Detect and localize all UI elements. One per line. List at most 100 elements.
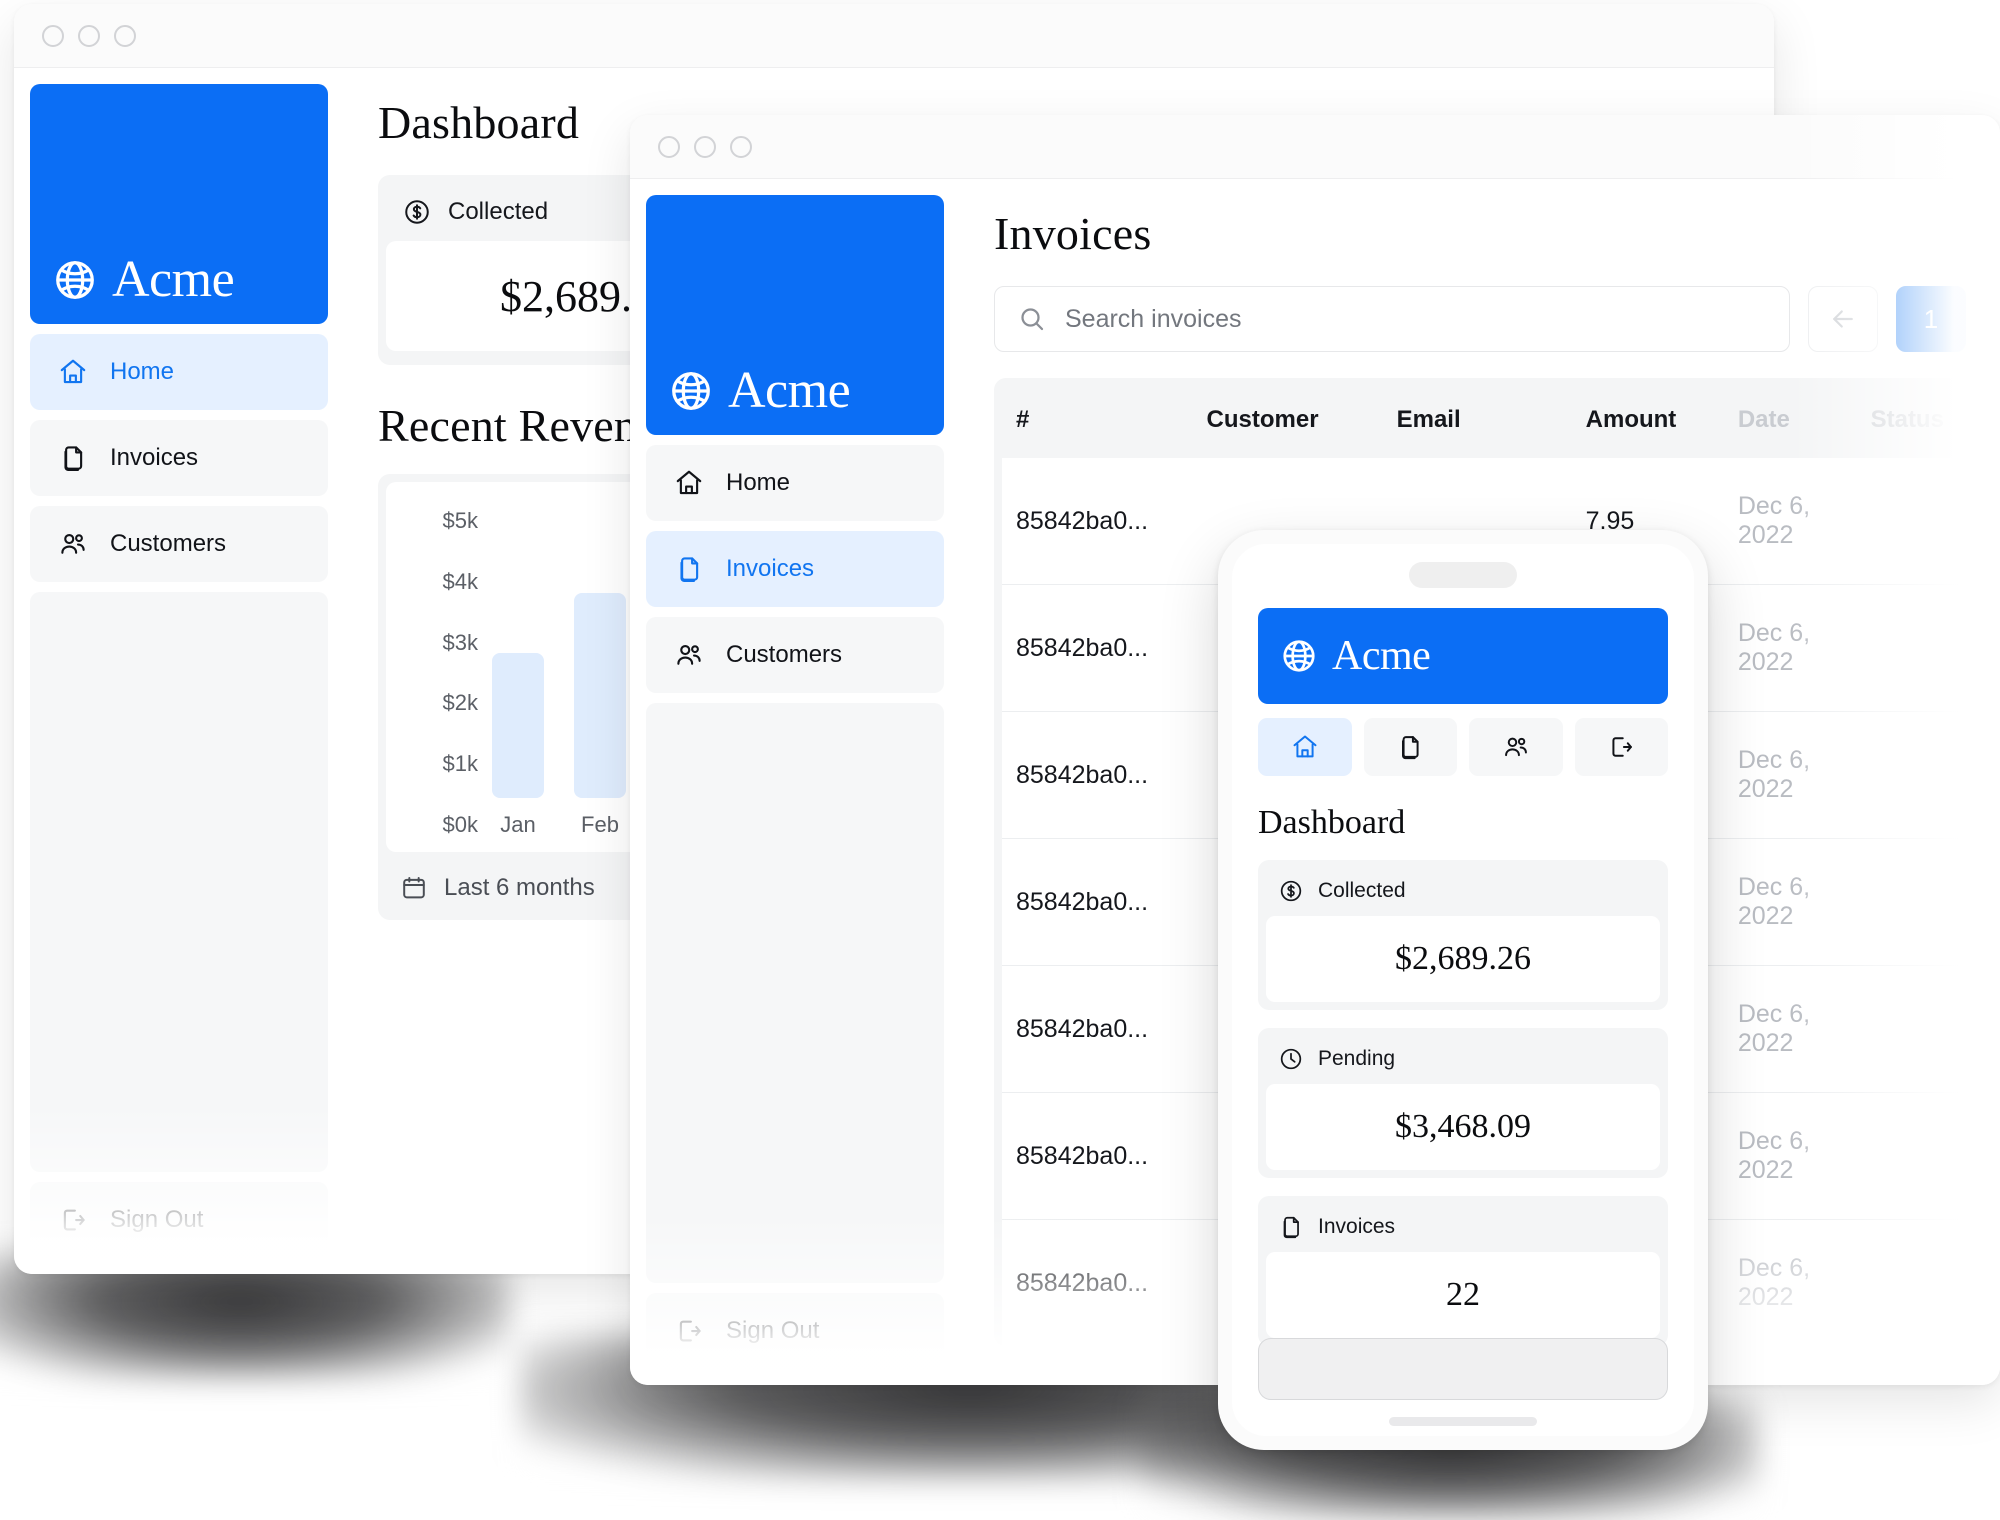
calendar-icon [403, 876, 425, 899]
brand-name: Acme [728, 362, 851, 419]
cell-status [1856, 838, 1958, 966]
sign-out-button[interactable]: Sign Out [646, 1293, 944, 1369]
search-placeholder: Search invoices [1065, 304, 1242, 333]
cell-status [1856, 1219, 1958, 1346]
sign-out-label: Sign Out [726, 1317, 820, 1344]
cell-date: Dec 6, 2022 [1723, 1092, 1857, 1220]
column-header-amount[interactable]: Amount [1572, 386, 1724, 458]
pagination-page-1-button[interactable]: 1 [1896, 286, 1966, 352]
mobile-nav-invoices[interactable] [1363, 718, 1457, 776]
screenshot-stage: Acme Home Invoices Customers Sign Out Da… [0, 0, 2000, 1520]
cell-id: 85842ba0... [1002, 458, 1193, 585]
home-icon [60, 359, 86, 384]
mobile-nav-signout[interactable] [1574, 718, 1668, 776]
users-icon [1504, 737, 1527, 757]
traffic-light-close[interactable] [42, 24, 64, 47]
home-icon [1293, 735, 1317, 758]
dashboard-sidebar: Acme Home Invoices Customers Sign Out [14, 68, 344, 1274]
users-icon [61, 533, 85, 554]
mobile-stat-value: 22 [1266, 1252, 1660, 1338]
invoices-titlebar [630, 115, 2000, 179]
y-tick: $4k [442, 568, 478, 594]
sign-out-button[interactable]: Sign Out [30, 1182, 328, 1258]
cell-status [1856, 458, 1958, 585]
cell-id: 85842ba0... [1002, 711, 1193, 839]
sidebar-item-label: Invoices [726, 555, 815, 582]
traffic-light-maximize[interactable] [730, 135, 752, 158]
cell-status [1856, 1092, 1958, 1220]
column-header-id[interactable]: # [1002, 386, 1193, 458]
y-tick: $0k [442, 811, 478, 837]
column-header-status[interactable]: Status [1857, 386, 1958, 458]
pagination-prev-button[interactable] [1808, 286, 1878, 352]
sidebar-item-invoices[interactable]: Invoices [30, 420, 328, 496]
y-tick: $1k [442, 751, 478, 777]
search-input[interactable]: Search invoices [994, 286, 1790, 352]
x-tick: Jan [500, 812, 536, 837]
documents-icon [64, 446, 83, 471]
mobile-stat-card-pending: Pending $3,468.09 [1258, 1028, 1668, 1178]
mobile-nav-customers[interactable] [1469, 718, 1563, 776]
cell-id: 85842ba0... [1002, 965, 1193, 1093]
speaker-notch [1409, 562, 1517, 588]
y-tick: $2k [442, 690, 478, 716]
sidebar-spacer [30, 592, 328, 1172]
globe-icon [1283, 640, 1315, 672]
chart-bar-group: Feb [574, 508, 626, 838]
sidebar-item-home[interactable]: Home [30, 334, 328, 410]
stat-card-label: Collected [448, 198, 549, 225]
mobile-device[interactable]: Acme Dashboard Collected $2,689.26 Pendi… [1218, 530, 1708, 1450]
sidebar-spacer [646, 703, 944, 1283]
traffic-light-minimize[interactable] [78, 24, 100, 47]
dashboard-titlebar [14, 4, 1774, 68]
logout-icon [679, 1320, 701, 1342]
mobile-nav-home[interactable] [1258, 718, 1352, 776]
mobile-stat-value: $2,689.26 [1266, 916, 1660, 1002]
mobile-stat-header: Pending [1258, 1028, 1668, 1084]
home-icon [676, 470, 702, 495]
brand-logo-card[interactable]: Acme [30, 84, 328, 324]
invoices-table-header: # Customer Email Amount Date Status [1002, 386, 1958, 458]
cell-id: 85842ba0... [1002, 584, 1193, 712]
chart-bar [574, 593, 626, 798]
sidebar-item-label: Customers [726, 641, 843, 668]
logout-icon [63, 1209, 85, 1231]
sidebar-item-invoices[interactable]: Invoices [646, 531, 944, 607]
brand-logo-card[interactable]: Acme [646, 195, 944, 435]
column-header-email[interactable]: Email [1383, 386, 1572, 458]
traffic-light-close[interactable] [658, 135, 680, 158]
column-header-customer[interactable]: Customer [1193, 386, 1383, 458]
invoices-toolbar: Search invoices 1 [994, 260, 1966, 352]
mobile-brand-bar[interactable]: Acme [1258, 608, 1668, 704]
sign-out-label: Sign Out [110, 1206, 204, 1233]
cell-status [1856, 584, 1958, 712]
mobile-input-bar[interactable] [1258, 1338, 1668, 1400]
sidebar-item-label: Home [110, 358, 175, 385]
dollar-circle-icon [405, 200, 429, 224]
documents-icon [1283, 1216, 1299, 1239]
sidebar-item-label: Customers [110, 530, 227, 557]
traffic-light-maximize[interactable] [114, 24, 136, 47]
invoices-sidebar: Acme Home Invoices Customers Sign Out [630, 179, 960, 1385]
sidebar-item-label: Invoices [110, 444, 199, 471]
cell-date: Dec 6, 2022 [1723, 1219, 1857, 1346]
sidebar-item-customers[interactable]: Customers [30, 506, 328, 582]
mobile-stat-value: $3,468.09 [1266, 1084, 1660, 1170]
documents-icon [680, 557, 699, 582]
y-tick: $5k [442, 508, 478, 533]
cell-date: Dec 6, 2022 [1723, 965, 1857, 1093]
cell-status [1856, 965, 1958, 1093]
mobile-page-title: Dashboard [1258, 804, 1406, 841]
sidebar-item-home[interactable]: Home [646, 445, 944, 521]
traffic-light-minimize[interactable] [694, 135, 716, 158]
clock-icon [1280, 1048, 1302, 1070]
sidebar-item-customers[interactable]: Customers [646, 617, 944, 693]
x-tick: Feb [581, 812, 619, 837]
mobile-stat-header: Collected [1258, 860, 1668, 916]
page-title: Invoices [994, 208, 1152, 259]
search-icon [1021, 308, 1044, 331]
logout-icon [1612, 737, 1633, 757]
cell-id: 85842ba0... [1002, 1219, 1193, 1346]
chart-bar [492, 652, 544, 798]
column-header-date[interactable]: Date [1724, 386, 1857, 458]
